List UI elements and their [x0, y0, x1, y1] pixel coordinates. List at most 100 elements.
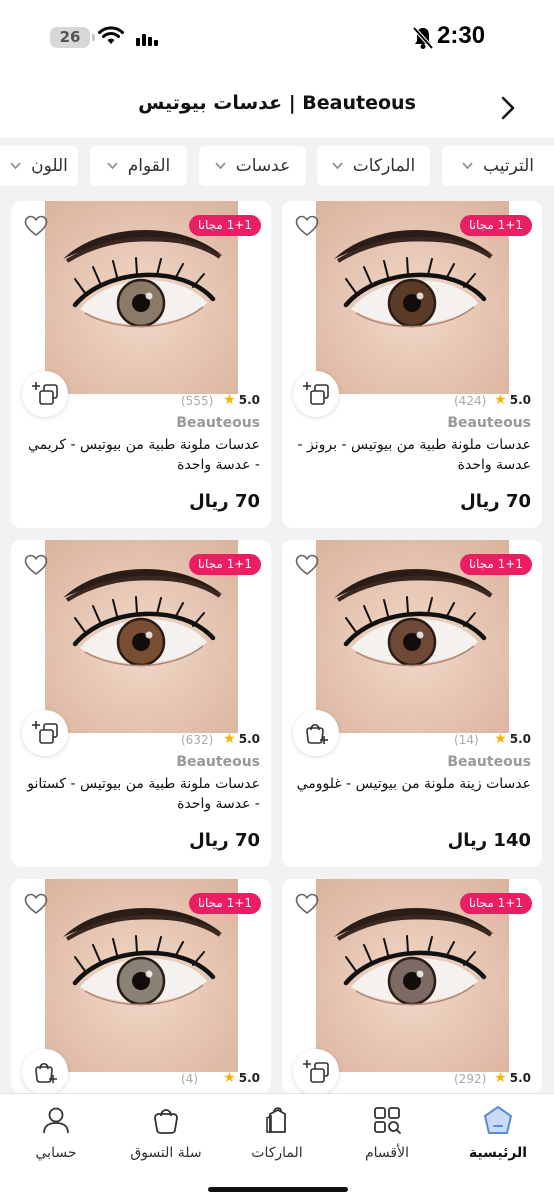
product-name[interactable]: عدسات ملونة طبية من بيوتيس - كستانو - عد…	[22, 774, 260, 814]
heart-icon[interactable]	[24, 215, 48, 237]
add-to-cart-button[interactable]	[293, 1049, 339, 1093]
product-brand: Beauteous	[447, 415, 531, 431]
silent-bell-icon	[412, 26, 434, 50]
product-brand: Beauteous	[176, 754, 260, 770]
rating: 5.0 ★	[494, 392, 531, 408]
product-card[interactable]: 1+1 مجانا 5.0 ★ (555) Beauteous عدسات مل…	[11, 201, 271, 528]
add-to-cart-button[interactable]	[22, 710, 68, 756]
rating-value: 5.0	[238, 1071, 260, 1085]
bag-add-icon	[35, 1062, 57, 1083]
filter-color[interactable]: اللون	[0, 146, 78, 186]
nav-categories[interactable]: الأقسام	[332, 1104, 442, 1164]
product-name[interactable]: عدسات ملونة طبية من بيوتيس - كريمي - عدس…	[22, 435, 260, 475]
review-count: (4)	[181, 1072, 198, 1086]
product-card[interactable]: 1+1 مجانا 5.0 ★ (424) Beauteous عدسات مل…	[282, 201, 542, 528]
filter-lenses[interactable]: عدسات	[199, 146, 306, 186]
add-to-cart-button[interactable]	[22, 371, 68, 417]
star-icon: ★	[223, 1070, 236, 1086]
rating-value: 5.0	[238, 393, 260, 407]
promo-badge: 1+1 مجانا	[460, 893, 532, 914]
product-name[interactable]: عدسات زينة ملونة من بيوتيس - غلوومي	[293, 774, 531, 794]
nav-label: حسابي	[35, 1145, 77, 1161]
filter-texture[interactable]: القوام	[90, 146, 187, 186]
home-icon	[484, 1106, 512, 1134]
filter-sort[interactable]: الترتيب	[442, 146, 554, 186]
rating-value: 5.0	[238, 732, 260, 746]
bag-add-icon	[306, 723, 328, 744]
categories-icon	[374, 1107, 401, 1134]
rating-value: 5.0	[509, 393, 531, 407]
rating-value: 5.0	[509, 732, 531, 746]
promo-badge: 1+1 مجانا	[460, 554, 532, 575]
product-name[interactable]: عدسات ملونة طبية من بيوتيس - برونز - عدس…	[293, 435, 531, 475]
filter-label: عدسات	[235, 156, 291, 176]
nav-label: الرئيسية	[468, 1145, 528, 1161]
review-count: (424)	[454, 394, 487, 408]
rating: 5.0 ★	[494, 1070, 531, 1086]
nav-cart[interactable]: سلة التسوق	[111, 1104, 221, 1164]
product-price: 70 ريال	[189, 491, 260, 512]
product-card[interactable]: 1+1 مجانا 5.0 ★ (292)	[282, 879, 542, 1093]
heart-icon[interactable]	[24, 554, 48, 576]
product-card[interactable]: 1+1 مجانا 5.0 ★ (14) Beauteous عدسات زين…	[282, 540, 542, 867]
product-brand: Beauteous	[447, 754, 531, 770]
rating: 5.0 ★	[223, 1070, 260, 1086]
product-brand: Beauteous	[176, 415, 260, 431]
rating: 5.0 ★	[223, 392, 260, 408]
rating-value: 5.0	[509, 1071, 531, 1085]
status-bar: 26 2:30	[0, 0, 554, 72]
heart-icon[interactable]	[295, 554, 319, 576]
filter-label: الترتيب	[483, 156, 534, 176]
star-icon: ★	[223, 392, 236, 408]
product-card[interactable]: 1+1 مجانا 5.0 ★ (632) Beauteous عدسات مل…	[11, 540, 271, 867]
filter-brands[interactable]: الماركات	[317, 146, 430, 186]
heart-icon[interactable]	[295, 893, 319, 915]
rating: 5.0 ★	[494, 731, 531, 747]
multi-add-icon	[303, 382, 329, 405]
chevron-down-icon	[215, 162, 226, 170]
promo-badge: 1+1 مجانا	[189, 893, 261, 914]
review-count: (555)	[181, 394, 214, 408]
filter-label: الماركات	[352, 156, 416, 176]
promo-badge: 1+1 مجانا	[460, 215, 532, 236]
heart-icon[interactable]	[295, 215, 319, 237]
page-header: عدسات بيوتيس | Beauteous	[0, 72, 554, 138]
add-to-cart-button[interactable]	[293, 371, 339, 417]
product-card[interactable]: 1+1 مجانا 5.0 ★ (4)	[11, 879, 271, 1093]
cart-icon	[154, 1109, 178, 1134]
add-to-cart-button[interactable]	[22, 1049, 68, 1093]
nav-home[interactable]: الرئيسية	[443, 1104, 553, 1164]
nav-label: الأقسام	[365, 1145, 409, 1161]
cellular-signal-icon	[136, 34, 158, 46]
star-icon: ★	[494, 392, 507, 408]
chevron-down-icon	[332, 162, 343, 170]
bottom-nav: الرئيسية الأقسام الماركات سلة التسوق حسا…	[0, 1093, 554, 1200]
filter-label: اللون	[31, 156, 68, 176]
nav-account[interactable]: حسابي	[1, 1104, 111, 1164]
filter-label: القوام	[127, 156, 171, 176]
review-count: (632)	[181, 733, 214, 747]
back-arrow-icon[interactable]	[496, 94, 520, 122]
chevron-down-icon	[10, 162, 21, 170]
heart-icon[interactable]	[24, 893, 48, 915]
promo-badge: 1+1 مجانا	[189, 215, 261, 236]
home-indicator	[208, 1187, 348, 1192]
review-count: (14)	[454, 733, 479, 747]
promo-badge: 1+1 مجانا	[189, 554, 261, 575]
add-to-cart-button[interactable]	[293, 710, 339, 756]
filter-bar: الترتيب الماركات عدسات القوام اللون	[0, 146, 554, 188]
multi-add-icon	[32, 721, 58, 744]
status-time: 2:30	[437, 22, 486, 49]
account-icon	[43, 1107, 69, 1134]
product-price: 70 ريال	[460, 491, 531, 512]
star-icon: ★	[223, 731, 236, 747]
brands-icon	[266, 1107, 286, 1133]
review-count: (292)	[454, 1072, 487, 1086]
multi-add-icon	[32, 382, 58, 405]
wifi-icon	[98, 26, 124, 44]
product-price: 70 ريال	[189, 830, 260, 851]
multi-add-icon	[303, 1060, 329, 1083]
nav-brands[interactable]: الماركات	[222, 1104, 332, 1164]
product-price: 140 ريال	[447, 830, 531, 851]
star-icon: ★	[494, 731, 507, 747]
